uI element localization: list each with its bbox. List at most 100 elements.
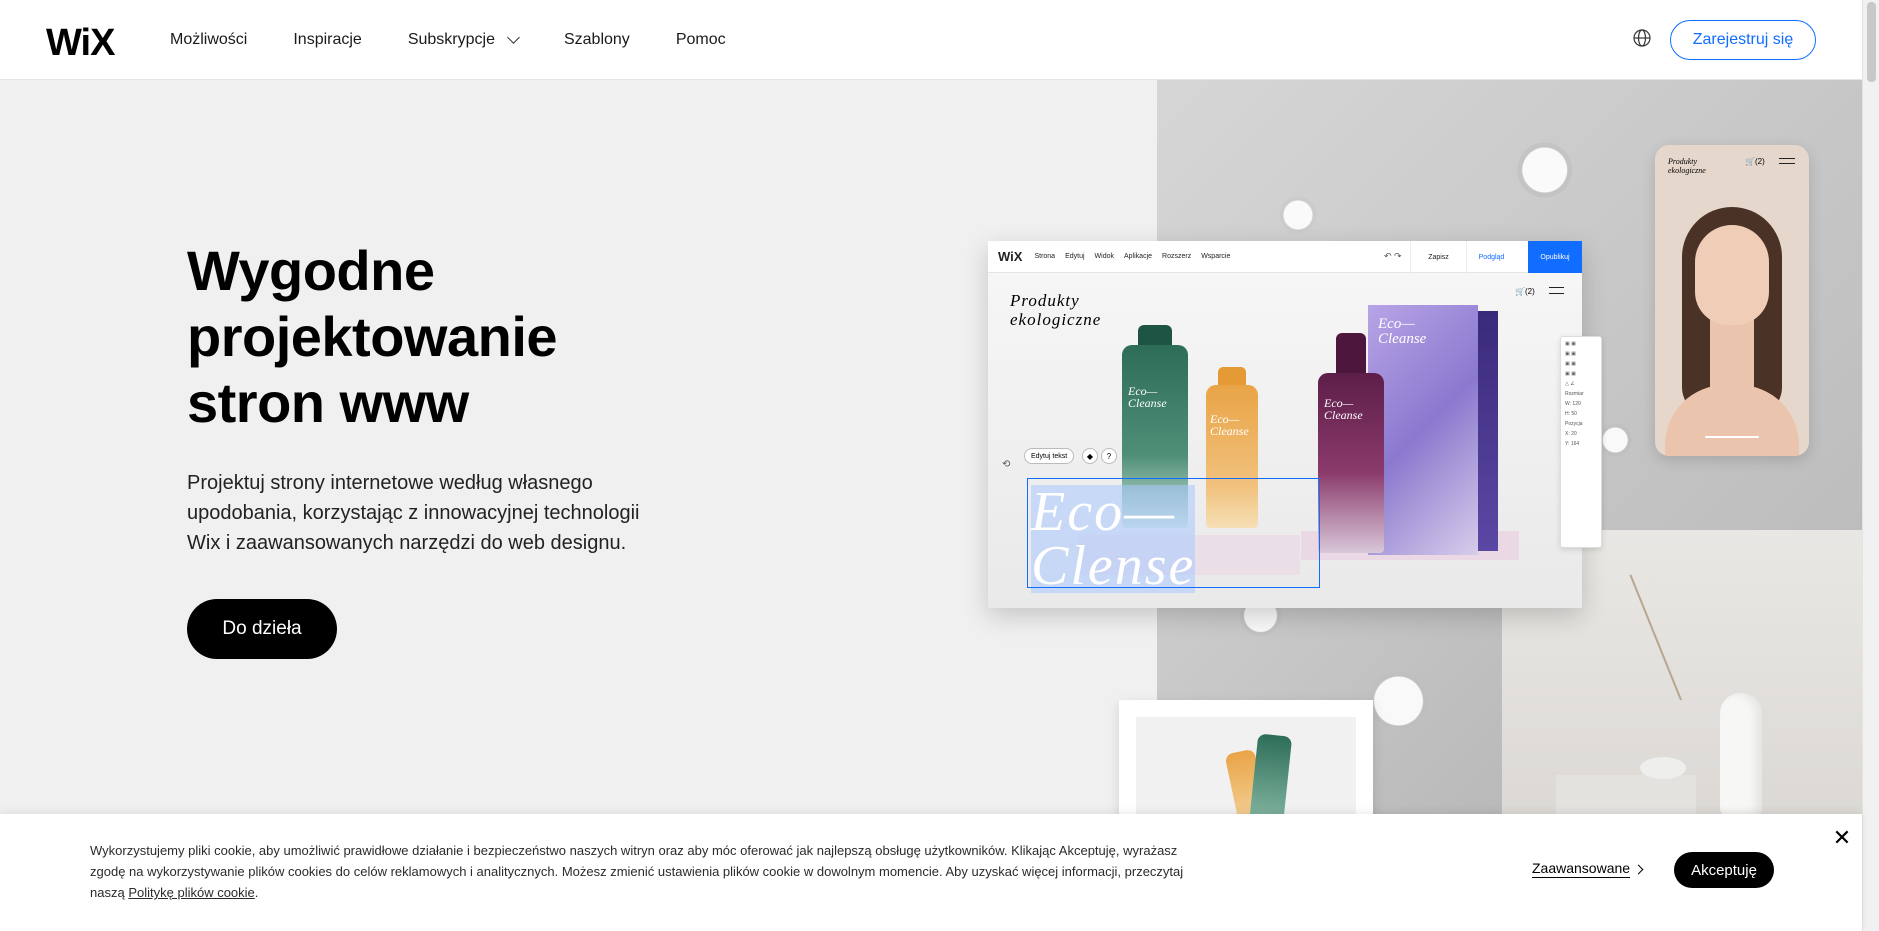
bottle-cap-image [1218, 367, 1246, 387]
cart-icon: 🛒(2) [1745, 157, 1765, 166]
phone-site-brand: Produkty ekologiczne [1668, 157, 1706, 175]
panel-field-label: Y: [1565, 441, 1570, 447]
bottle-label-line: Cleanse [1128, 396, 1167, 410]
green-bottle-image [1249, 733, 1293, 819]
editor-site-brand: Produkty ekologiczne [1010, 291, 1101, 329]
panel-tools-icon: △ ∠ [1565, 381, 1575, 387]
close-icon[interactable]: ✕ [1830, 825, 1854, 850]
hero-description: Projektuj strony internetowe według włas… [187, 472, 640, 554]
bottle-label-line: Cleanse [1324, 408, 1363, 422]
bottle-label: Eco— Cleanse [1210, 413, 1249, 437]
page-scrollbar[interactable] [1862, 0, 1879, 931]
editor-menu-item: Rozszerz [1162, 253, 1192, 260]
panel-tools-icon: ▣ ▣ [1565, 351, 1576, 357]
nav-item-pomoc[interactable]: Pomoc [676, 31, 726, 49]
selection-box [1027, 478, 1320, 588]
nav-item-mozliwosci[interactable]: Możliwości [170, 31, 247, 49]
accept-cookies-button[interactable]: Akceptuję [1674, 852, 1774, 888]
chevron-right-icon[interactable] [1633, 864, 1644, 875]
get-started-button[interactable]: Do dzieła [187, 599, 337, 659]
nav-label: Inspiracje [293, 31, 362, 48]
cart-icon: 🛒(2) [1515, 287, 1535, 296]
brand-line: Produkty [1010, 291, 1080, 310]
chevron-down-icon [507, 31, 520, 44]
box-label: Eco— Cleanse [1378, 317, 1426, 347]
signup-button[interactable]: Zarejestruj się [1670, 20, 1816, 60]
panel-field: X: 20 [1565, 431, 1597, 437]
nav-item-subskrypcje[interactable]: Subskrypcje [407, 31, 520, 49]
editor-mockup: WiX Strona Edytuj Widok Aplikacje Rozsze… [988, 241, 1582, 608]
stone-image [1640, 757, 1686, 779]
panel-field-label: W: [1565, 401, 1572, 407]
panel-field: W: 120 [1565, 401, 1597, 407]
editor-save: Zapisz [1410, 241, 1466, 273]
cookie-text-end: . [254, 885, 259, 900]
panel-field-label: H: [1565, 411, 1570, 417]
editor-logo: WiX [998, 249, 1023, 264]
box-label-line: Cleanse [1378, 331, 1427, 347]
cookie-policy-link[interactable]: Politykę plików cookie [128, 885, 254, 900]
purple-box-image: Eco— Cleanse [1368, 305, 1478, 555]
nav-label: Subskrypcje [407, 31, 495, 48]
purple-bottle-image: Eco— Cleanse [1318, 373, 1384, 553]
home-indicator [1705, 436, 1759, 438]
nav-label: Pomoc [675, 31, 726, 48]
editor-menu: Strona Edytuj Widok Aplikacje Rozszerz W… [1034, 253, 1230, 260]
box-label-line: Eco— [1378, 316, 1415, 332]
pump-cap-image [1336, 333, 1366, 373]
animation-icon: ◆ [1082, 448, 1098, 464]
editor-canvas: Produkty ekologiczne 🛒(2) Eco— Cleanse Ec… [988, 273, 1582, 608]
cart-count: (2) [1754, 157, 1765, 166]
nav-item-inspiracje[interactable]: Inspiracje [293, 31, 361, 49]
panel-field: Y: 164 [1565, 441, 1597, 447]
undo-redo-icon: ↶ ↷ [1384, 251, 1402, 261]
editor-menu-item: Strona [1034, 253, 1056, 260]
brand-line: ekologiczne [1668, 166, 1706, 175]
model-face-image [1695, 225, 1769, 325]
panel-field-value: 50 [1571, 411, 1577, 417]
scrollbar-thumb[interactable] [1867, 2, 1876, 82]
phone-mockup: Produkty ekologiczne 🛒(2) [1655, 145, 1809, 456]
inspector-panel: ▣ ▣ ▣ ▣ ▣ ▣ ▣ ▣ △ ∠ Rozmiar W: 120 H: 50… [1560, 336, 1602, 548]
panel-tools-icon: ▣ ▣ [1565, 341, 1576, 347]
hero-title-line: projektowanie [187, 305, 558, 368]
main-nav: Możliwości Inspiracje Subskrypcje Szablo… [170, 0, 726, 80]
edit-text-chip: Edytuj tekst [1024, 448, 1075, 464]
wix-logo[interactable]: WiX [46, 22, 115, 65]
pedestal-image [1556, 775, 1696, 815]
product-card-image [1119, 700, 1373, 820]
nav-label: Możliwości [170, 31, 248, 48]
bottle-label: Eco— Cleanse [1128, 385, 1167, 409]
vase-image [1720, 693, 1762, 815]
brand-line: Produkty [1668, 157, 1698, 166]
globe-icon[interactable] [1632, 28, 1652, 48]
bottle-label-line: Cleanse [1210, 424, 1249, 438]
editor-menu-item: Wsparcie [1201, 253, 1231, 260]
editor-toolbar: WiX Strona Edytuj Widok Aplikacje Rozsze… [988, 241, 1582, 273]
nav-label: Szablony [563, 31, 630, 48]
site-header: WiX Możliwości Inspiracje Subskrypcje Sz… [0, 0, 1862, 80]
editor-menu-item: Widok [1094, 253, 1114, 260]
nav-item-szablony[interactable]: Szablony [564, 31, 630, 49]
rotate-icon: ⟲ [1002, 459, 1011, 470]
hero-title: Wygodne projektowanie stron www [187, 238, 707, 436]
menu-icon [1779, 158, 1795, 164]
panel-tools-icon: ▣ ▣ [1565, 361, 1576, 367]
panel-field-value: 20 [1571, 431, 1577, 437]
editor-menu-item: Edytuj [1065, 253, 1085, 260]
hero-title-line: stron www [187, 371, 469, 434]
cookie-text: Wykorzystujemy pliki cookie, aby umożliw… [90, 840, 1190, 903]
product-card-photo [1136, 717, 1356, 820]
editor-publish: Opublikuj [1528, 241, 1582, 273]
panel-size-label: Rozmiar [1565, 391, 1584, 397]
panel-tools-icon: ▣ ▣ [1565, 371, 1576, 377]
editor-menu-item: Aplikacje [1124, 253, 1153, 260]
brand-line: ekologiczne [1010, 310, 1102, 329]
panel-field-value: 164 [1570, 441, 1580, 447]
panel-position-label: Pozycja [1565, 421, 1583, 427]
help-icon: ? [1101, 448, 1117, 464]
advanced-settings-link[interactable]: Zaawansowane [1532, 860, 1631, 878]
model-neck-image [1710, 315, 1754, 415]
panel-field-value: 120 [1572, 401, 1581, 407]
cookie-banner: Wykorzystujemy pliki cookie, aby umożliw… [0, 814, 1862, 931]
